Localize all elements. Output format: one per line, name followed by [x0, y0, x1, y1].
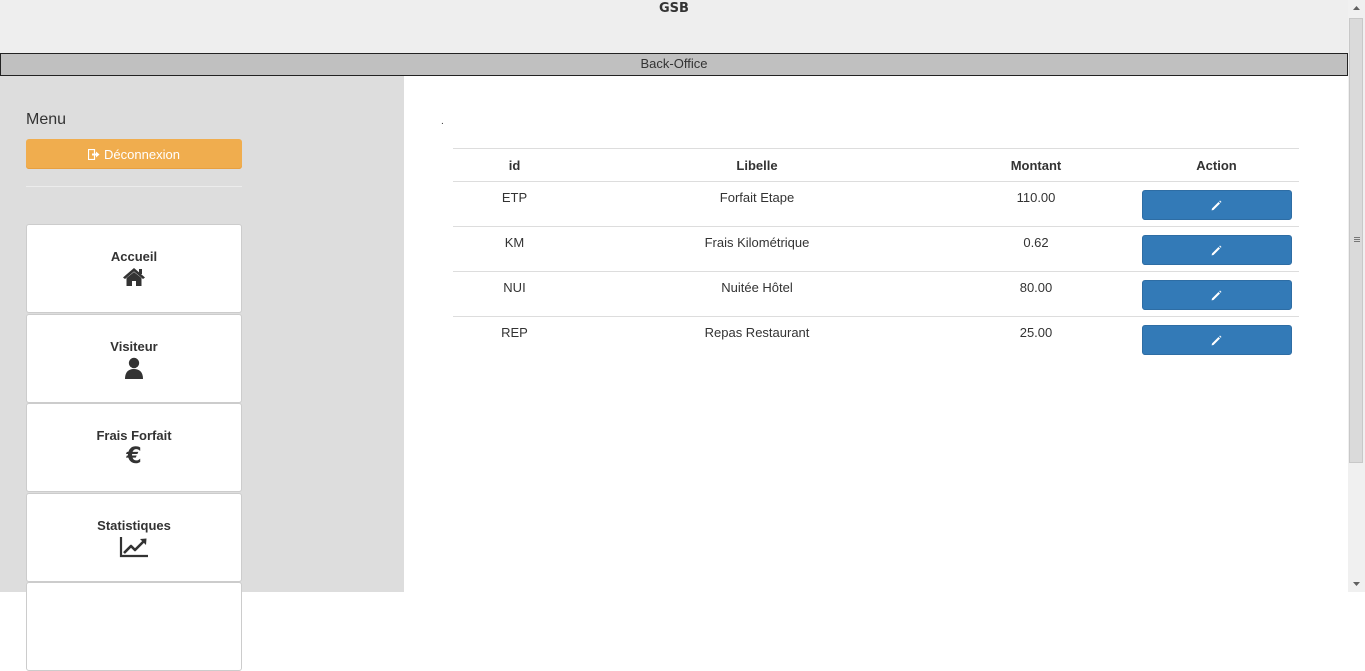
sidebar-item-label: Accueil: [110, 248, 158, 264]
site-title: GSB: [659, 1, 689, 16]
cell-id: ETP: [501, 190, 528, 205]
table-header-row: id Libelle Montant Action: [453, 148, 1299, 182]
edit-button[interactable]: [1141, 235, 1292, 265]
menu-title: Menu: [26, 111, 67, 128]
thumb-grip-line: [1354, 241, 1360, 242]
scroll-up-arrow-icon[interactable]: [1348, 0, 1365, 17]
sidebar-item-visiteur[interactable]: Visiteur: [26, 314, 242, 403]
stray-dot: .: [441, 116, 444, 127]
vertical-scrollbar[interactable]: [1348, 0, 1365, 592]
sidebar-divider: [26, 186, 242, 187]
cell-montant: 110.00: [1016, 190, 1056, 205]
edit-button[interactable]: [1141, 325, 1292, 355]
scroll-down-arrow-icon[interactable]: [1348, 575, 1365, 592]
table-row: KM Frais Kilométrique 0.62: [453, 226, 1299, 272]
table-row: ETP Forfait Etape 110.00: [453, 182, 1299, 227]
cell-montant: 0.62: [938, 226, 1134, 272]
cell-action: [1134, 226, 1299, 272]
table-row: NUI Nuitée Hôtel 80.00: [453, 271, 1299, 317]
sidebar-item-accueil[interactable]: Accueil: [26, 224, 242, 313]
pencil-icon: [1211, 245, 1222, 255]
main-content: . id Libelle Montant Action ETP Forfait …: [404, 76, 1348, 592]
user-icon: [124, 357, 144, 379]
thumb-grip-line: [1354, 239, 1360, 240]
pencil-icon: [1211, 290, 1222, 300]
column-header-montant: Montant: [938, 148, 1134, 182]
cell-libelle: Repas Restaurant: [576, 316, 938, 362]
column-header-libelle: Libelle: [576, 148, 938, 182]
sidebar: Menu Déconnexion Accueil Visiteur Frais …: [0, 76, 404, 671]
cell-montant: 80.00: [938, 271, 1134, 317]
column-header-id: id: [453, 148, 576, 182]
edit-button[interactable]: [1141, 190, 1292, 220]
column-header-action: Action: [1134, 148, 1299, 182]
section-banner: Back-Office: [0, 53, 1348, 76]
frais-forfait-table: id Libelle Montant Action ETP Forfait Et…: [453, 148, 1299, 362]
sidebar-item-label: Frais Forfait: [96, 427, 172, 443]
sidebar-item-label: Visiteur: [110, 338, 158, 354]
cell-action: [1134, 182, 1299, 227]
cell-id: NUI: [453, 271, 576, 317]
top-header: GSB: [0, 0, 1348, 54]
sidebar-item-more[interactable]: [26, 582, 242, 671]
pencil-icon: [1211, 335, 1222, 345]
euro-icon: €: [126, 443, 142, 469]
cell-id: KM: [453, 226, 576, 272]
cell-action: [1134, 316, 1299, 362]
edit-button[interactable]: [1141, 280, 1292, 310]
line-chart-icon: [119, 536, 149, 558]
sign-out-icon: [88, 148, 100, 160]
logout-label: Déconnexion: [104, 146, 180, 162]
logout-button[interactable]: Déconnexion: [26, 139, 242, 169]
table-row: REP Repas Restaurant 25.00: [453, 316, 1299, 362]
pencil-icon: [1211, 200, 1222, 210]
home-icon: [122, 267, 146, 289]
cell-action: [1134, 271, 1299, 317]
cell-libelle: Forfait Etape: [719, 190, 795, 205]
sidebar-item-label: Statistiques: [97, 517, 171, 533]
cell-id: REP: [453, 316, 576, 362]
sidebar-item-statistiques[interactable]: Statistiques: [26, 493, 242, 582]
sidebar-item-frais-forfait[interactable]: Frais Forfait €: [26, 403, 242, 492]
cell-libelle: Nuitée Hôtel: [576, 271, 938, 317]
scroll-thumb[interactable]: [1349, 18, 1363, 463]
thumb-grip-line: [1354, 237, 1360, 238]
cell-montant: 25.00: [938, 316, 1134, 362]
cell-libelle: Frais Kilométrique: [576, 226, 938, 272]
